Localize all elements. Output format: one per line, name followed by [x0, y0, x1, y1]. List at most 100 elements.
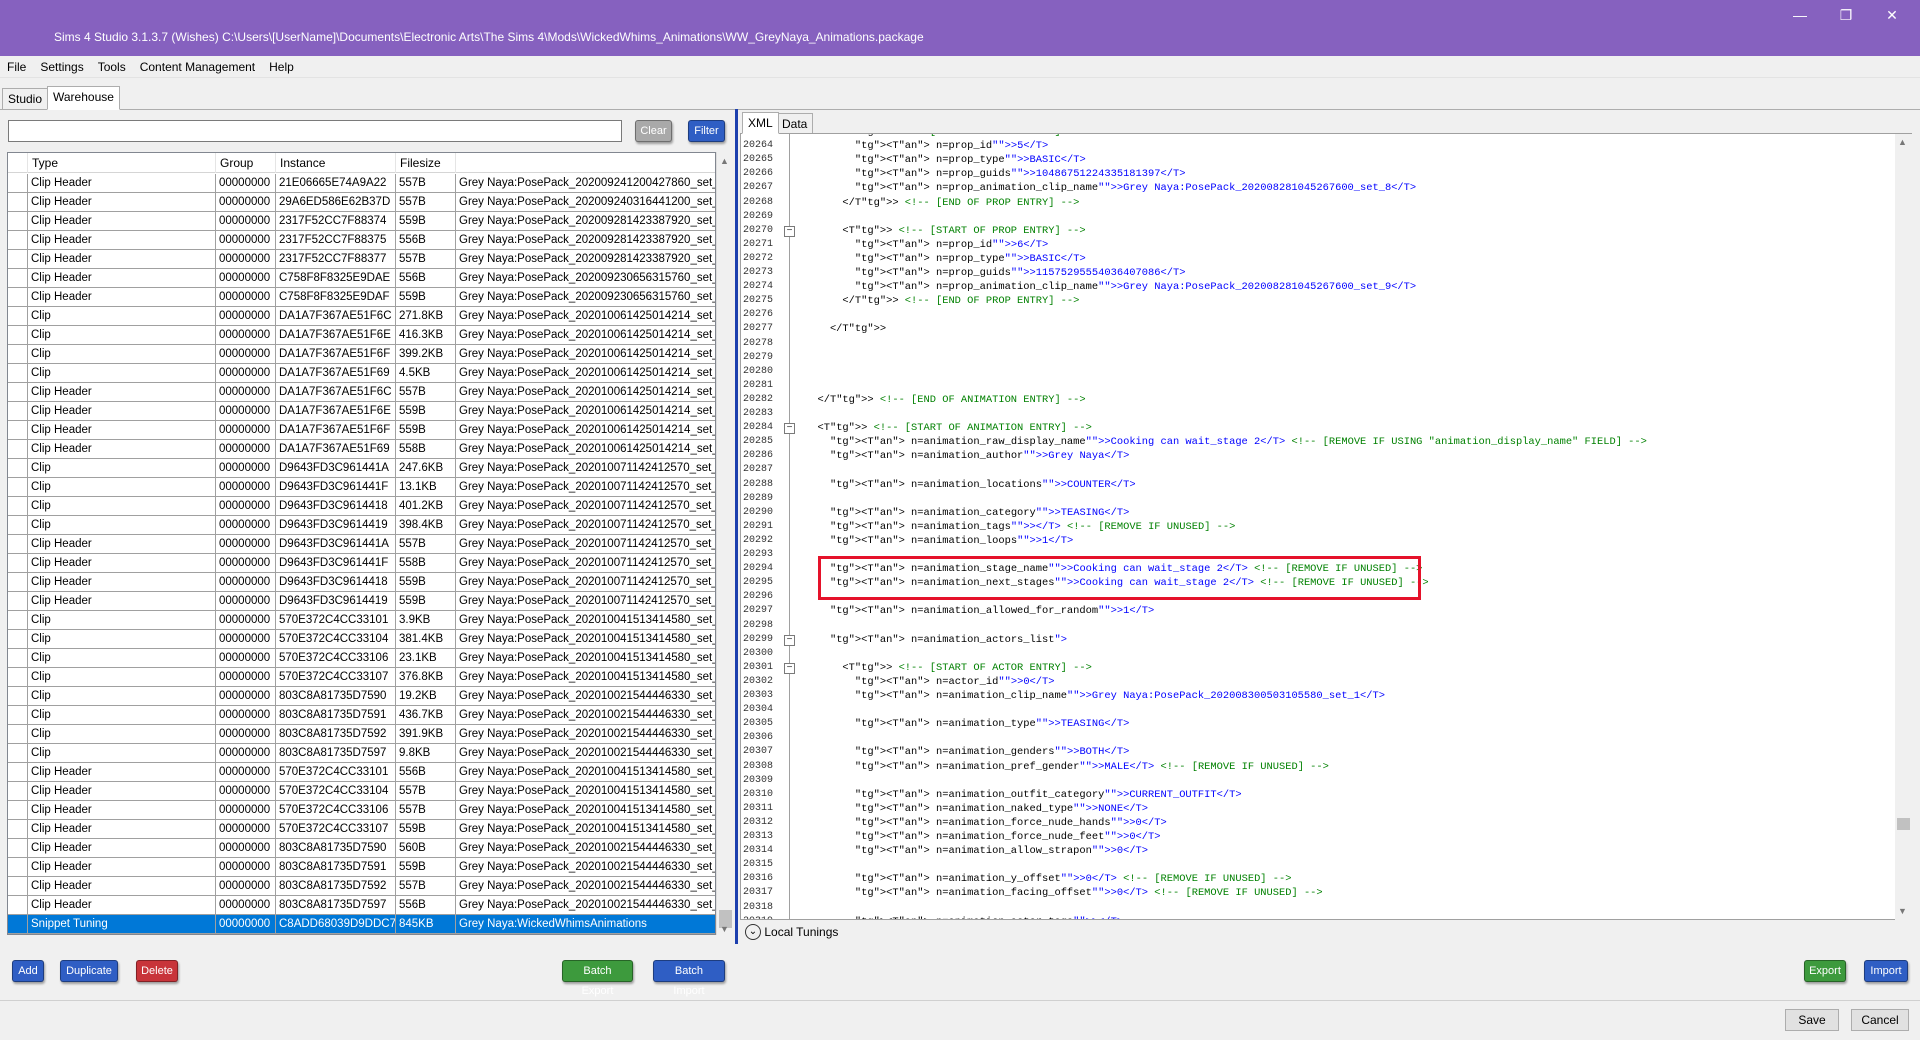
grid-scrollbar[interactable]: ▲ ▼: [716, 152, 733, 935]
row-header-cell[interactable]: [8, 516, 28, 535]
table-row[interactable]: Clip Header 00000000 D9643FD3C9614419 559B G…: [8, 592, 715, 611]
row-header-cell[interactable]: [8, 231, 28, 250]
code-line[interactable]: <T"tg">> <!-- [START OF PROP ENTRY] -->: [805, 134, 1085, 139]
clear-button[interactable]: Clear: [635, 120, 672, 142]
row-header-cell[interactable]: [8, 649, 28, 668]
table-row[interactable]: Clip Header 00000000 2317F52CC7F88375 556B G…: [8, 231, 715, 250]
row-header-cell[interactable]: [8, 801, 28, 820]
table-row[interactable]: Clip 00000000 DA1A7F367AE51F6F 399.2KB Grey …: [8, 345, 715, 364]
cancel-button[interactable]: Cancel: [1851, 1009, 1909, 1031]
tab-warehouse[interactable]: Warehouse: [47, 86, 120, 110]
table-row[interactable]: Clip Header 00000000 570E372C4CC33104 557B G…: [8, 782, 715, 801]
code-line[interactable]: "tg"><T"an"> n=animation_genders"">>BOTH…: [805, 745, 1129, 759]
table-row[interactable]: Clip 00000000 DA1A7F367AE51F6E 416.3KB Grey …: [8, 326, 715, 345]
code-line[interactable]: "tg"><T"an"> n=animation_clip_name"">>Gr…: [805, 689, 1385, 703]
table-row[interactable]: Clip Header 00000000 803C8A81735D7591 559B G…: [8, 858, 715, 877]
code-line[interactable]: "tg"><T"an"> n=animation_naked_type"">>N…: [805, 802, 1148, 816]
table-row[interactable]: Clip 00000000 D9643FD3C961441A 247.6KB Grey …: [8, 459, 715, 478]
maximize-icon[interactable]: ❐: [1823, 4, 1869, 26]
chevron-down-icon[interactable]: ⌄: [745, 924, 761, 940]
export-button[interactable]: Export: [1804, 960, 1846, 982]
editor-scroll-down-icon[interactable]: ▼: [1898, 906, 1907, 916]
code-line[interactable]: "tg"><T"an"> n=animation_type"">>TEASING…: [805, 717, 1129, 731]
table-row[interactable]: Clip 00000000 570E372C4CC33101 3.9KB Grey Na…: [8, 611, 715, 630]
row-header-cell[interactable]: [8, 307, 28, 326]
code-line[interactable]: "tg"><T"an"> n=prop_animation_clip_name"…: [805, 181, 1416, 195]
table-row[interactable]: Clip 00000000 803C8A81735D7590 19.2KB Grey N…: [8, 687, 715, 706]
code-line[interactable]: "tg"><T"an"> n=prop_guids"">>10486751224…: [805, 167, 1186, 181]
row-header-cell[interactable]: [8, 820, 28, 839]
table-row[interactable]: Clip 00000000 D9643FD3C9614419 398.4KB Grey …: [8, 516, 715, 535]
row-header-cell[interactable]: [8, 440, 28, 459]
code-line[interactable]: </T"tg">>: [805, 322, 886, 336]
batch-export-button[interactable]: Batch Export: [562, 960, 633, 997]
row-header-cell[interactable]: [8, 250, 28, 269]
menu-file[interactable]: File: [0, 56, 33, 78]
row-header-cell[interactable]: [8, 269, 28, 288]
code-line[interactable]: "tg"><T"an"> n=animation_actors_list">: [805, 633, 1067, 647]
code-line[interactable]: </T"tg">> <!-- [END OF ANIMATION ENTRY] …: [805, 393, 1085, 407]
table-row[interactable]: Clip Header 00000000 570E372C4CC33101 556B G…: [8, 763, 715, 782]
editor-scroll-up-icon[interactable]: ▲: [1898, 137, 1907, 147]
table-row[interactable]: Clip Header 00000000 803C8A81735D7597 556B G…: [8, 896, 715, 915]
code-line[interactable]: "tg"><T"an"> n=animation_pref_gender"">>…: [805, 760, 1329, 774]
table-row[interactable]: Clip 00000000 D9643FD3C961441F 13.1KB Grey N…: [8, 478, 715, 497]
code-line[interactable]: "tg"><T"an"> n=animation_force_nude_feet…: [805, 830, 1161, 844]
table-row[interactable]: Clip 00000000 803C8A81735D7592 391.9KB Grey …: [8, 725, 715, 744]
code-line[interactable]: "tg"><T"an"> n=animation_force_nude_hand…: [805, 816, 1167, 830]
code-line[interactable]: "tg"><T"an"> n=animation_loops"">>1</T>: [805, 534, 1073, 548]
table-row[interactable]: Clip Header 00000000 803C8A81735D7590 560B G…: [8, 839, 715, 858]
row-header-cell[interactable]: [8, 573, 28, 592]
code-line[interactable]: "tg"><T"an"> n=prop_id"">>5</T>: [805, 139, 1048, 153]
table-row[interactable]: Clip 00000000 570E372C4CC33104 381.4KB Grey …: [8, 630, 715, 649]
search-input[interactable]: [8, 120, 622, 142]
code-line[interactable]: "tg"><T"an"> n=animation_raw_display_nam…: [805, 435, 1647, 449]
table-row[interactable]: Clip 00000000 DA1A7F367AE51F6C 271.8KB Grey …: [8, 307, 715, 326]
table-row[interactable]: Clip Header 00000000 DA1A7F367AE51F6C 557B G…: [8, 383, 715, 402]
row-header-cell[interactable]: [8, 687, 28, 706]
row-header-cell[interactable]: [8, 535, 28, 554]
table-row[interactable]: Clip 00000000 570E372C4CC33107 376.8KB Grey …: [8, 668, 715, 687]
row-header-cell[interactable]: [8, 364, 28, 383]
row-header-cell[interactable]: [8, 383, 28, 402]
row-header-cell[interactable]: [8, 288, 28, 307]
row-header-cell[interactable]: [8, 858, 28, 877]
row-header-cell[interactable]: [8, 193, 28, 212]
table-row[interactable]: Clip Header 00000000 D9643FD3C961441A 557B G…: [8, 535, 715, 554]
table-row[interactable]: Clip Header 00000000 C758F8F8325E9DAF 559B G…: [8, 288, 715, 307]
table-row[interactable]: Clip Header 00000000 C758F8F8325E9DAE 556B G…: [8, 269, 715, 288]
tab-studio[interactable]: Studio: [2, 88, 49, 110]
table-row[interactable]: Clip Header 00000000 DA1A7F367AE51F69 558B G…: [8, 440, 715, 459]
row-header-cell[interactable]: [8, 326, 28, 345]
row-header-cell[interactable]: [8, 459, 28, 478]
code-line[interactable]: "tg"><T"an"> n=animation_actor_tags"">><…: [805, 915, 1123, 919]
code-line[interactable]: "tg"><T"an"> n=animation_allow_strapon""…: [805, 844, 1148, 858]
row-header-cell[interactable]: [8, 497, 28, 516]
tab-data[interactable]: Data: [776, 113, 814, 134]
add-button[interactable]: Add: [12, 960, 44, 982]
row-header-cell[interactable]: [8, 402, 28, 421]
table-row[interactable]: Clip 00000000 570E372C4CC33106 23.1KB Grey N…: [8, 649, 715, 668]
fold-toggle-icon[interactable]: −: [784, 662, 795, 674]
row-header-cell[interactable]: [8, 611, 28, 630]
table-row[interactable]: Clip Header 00000000 DA1A7F367AE51F6F 559B G…: [8, 421, 715, 440]
row-header-cell[interactable]: [8, 174, 28, 193]
table-row[interactable]: Clip Header 00000000 D9643FD3C9614418 559B G…: [8, 573, 715, 592]
code-line[interactable]: "tg"><T"an"> n=animation_outfit_category…: [805, 788, 1242, 802]
row-header-cell[interactable]: [8, 763, 28, 782]
table-row[interactable]: Clip Header 00000000 D9643FD3C961441F 558B G…: [8, 554, 715, 573]
save-button[interactable]: Save: [1785, 1009, 1839, 1031]
import-button[interactable]: Import: [1864, 960, 1908, 982]
code-line[interactable]: "tg"><T"an"> n=animation_category"">>TEA…: [805, 506, 1129, 520]
menu-content-management[interactable]: Content Management: [133, 56, 262, 78]
row-header-cell[interactable]: [8, 592, 28, 611]
fold-toggle-icon[interactable]: −: [784, 423, 795, 435]
column-type[interactable]: Type: [28, 153, 216, 173]
scroll-up-icon[interactable]: ▲: [720, 156, 729, 166]
table-row[interactable]: Clip 00000000 DA1A7F367AE51F69 4.5KB Grey Na…: [8, 364, 715, 383]
table-row[interactable]: Clip Header 00000000 2317F52CC7F88374 559B G…: [8, 212, 715, 231]
code-line[interactable]: "tg"><T"an"> n=animation_tags"">></T> <!…: [805, 520, 1235, 534]
code-line[interactable]: "tg"><T"an"> n=animation_locations"">>CO…: [805, 478, 1136, 492]
code-line[interactable]: "tg"><T"an"> n=prop_id"">>6</T>: [805, 238, 1048, 252]
code-line[interactable]: </T"tg">> <!-- [END OF PROP ENTRY] -->: [805, 294, 1079, 308]
